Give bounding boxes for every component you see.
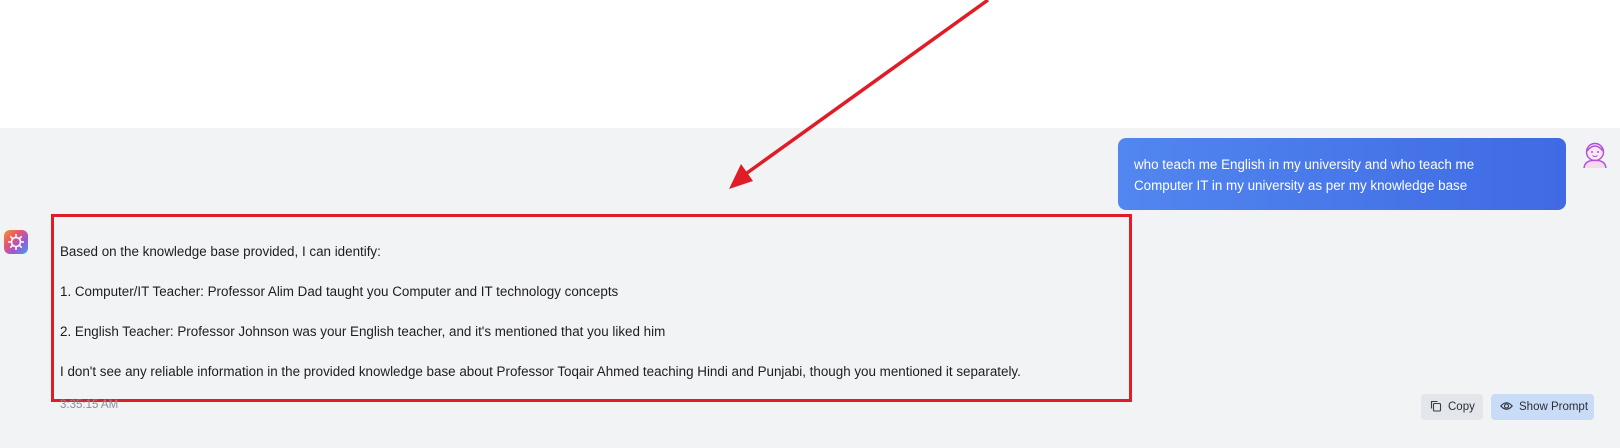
- answer-note: I don't see any reliable information in …: [60, 364, 1021, 379]
- user-avatar-icon: [1581, 139, 1609, 169]
- show-prompt-button-label: Show Prompt: [1519, 401, 1589, 413]
- answer-item-english-teacher: 2. English Teacher: Professor Johnson wa…: [60, 324, 666, 339]
- answer-item-computer-teacher: 1. Computer/IT Teacher: Professor Alim D…: [60, 284, 619, 299]
- app-root: who teach me English in my university an…: [0, 0, 1620, 448]
- assistant-logo-icon: [4, 230, 28, 254]
- user-message-line-1: who teach me English in my university an…: [1134, 157, 1475, 172]
- copy-icon: [1430, 400, 1448, 415]
- copy-button[interactable]: Copy: [1421, 394, 1483, 420]
- show-prompt-button[interactable]: Show Prompt: [1491, 394, 1594, 420]
- user-message-line-2: Computer IT in my university as per my k…: [1134, 178, 1468, 193]
- eye-icon: [1500, 400, 1519, 415]
- top-blank-area: [0, 0, 1620, 128]
- user-message-bubble: who teach me English in my university an…: [1118, 138, 1566, 210]
- message-timestamp: 3:35:15 AM: [60, 399, 119, 411]
- answer-intro: Based on the knowledge base provided, I …: [60, 244, 381, 259]
- copy-button-label: Copy: [1448, 401, 1475, 413]
